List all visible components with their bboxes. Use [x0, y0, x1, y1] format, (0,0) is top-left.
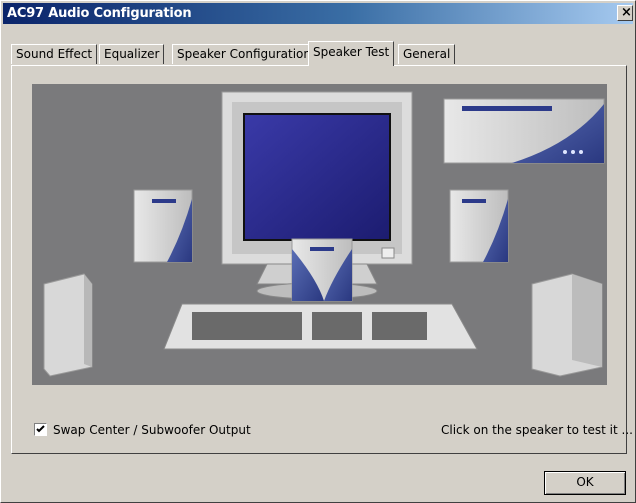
subwoofer-speaker[interactable]	[443, 98, 605, 164]
window-title: AC97 Audio Configuration	[7, 6, 192, 21]
rear-left-speaker[interactable]	[43, 273, 93, 377]
tab-speaker-configuration[interactable]: Speaker Configuration	[172, 44, 317, 64]
tab-general[interactable]: General	[398, 44, 456, 64]
swap-center-subwoofer-label[interactable]: Swap Center / Subwoofer Output	[53, 423, 251, 437]
keyboard	[163, 303, 478, 350]
front-right-speaker[interactable]	[449, 189, 509, 263]
dialog-window: AC97 Audio Configuration × Sound Effect …	[0, 0, 636, 503]
tab-sound-effect[interactable]: Sound Effect	[11, 44, 98, 64]
title-bar[interactable]: AC97 Audio Configuration ×	[3, 3, 633, 24]
swap-center-subwoofer-checkbox[interactable]	[34, 423, 47, 436]
speaker-test-hint: Click on the speaker to test it ...	[441, 423, 633, 437]
close-button[interactable]: ×	[617, 5, 633, 21]
center-speaker[interactable]	[291, 238, 353, 302]
ok-button[interactable]: OK	[544, 471, 626, 495]
tab-speaker-test[interactable]: Speaker Test	[308, 41, 395, 66]
speaker-stage	[32, 84, 607, 385]
front-left-speaker[interactable]	[133, 189, 193, 263]
rear-right-speaker[interactable]	[531, 273, 603, 377]
close-icon: ×	[621, 5, 632, 20]
checkmark-icon	[36, 425, 45, 433]
tab-equalizer[interactable]: Equalizer	[99, 44, 165, 64]
